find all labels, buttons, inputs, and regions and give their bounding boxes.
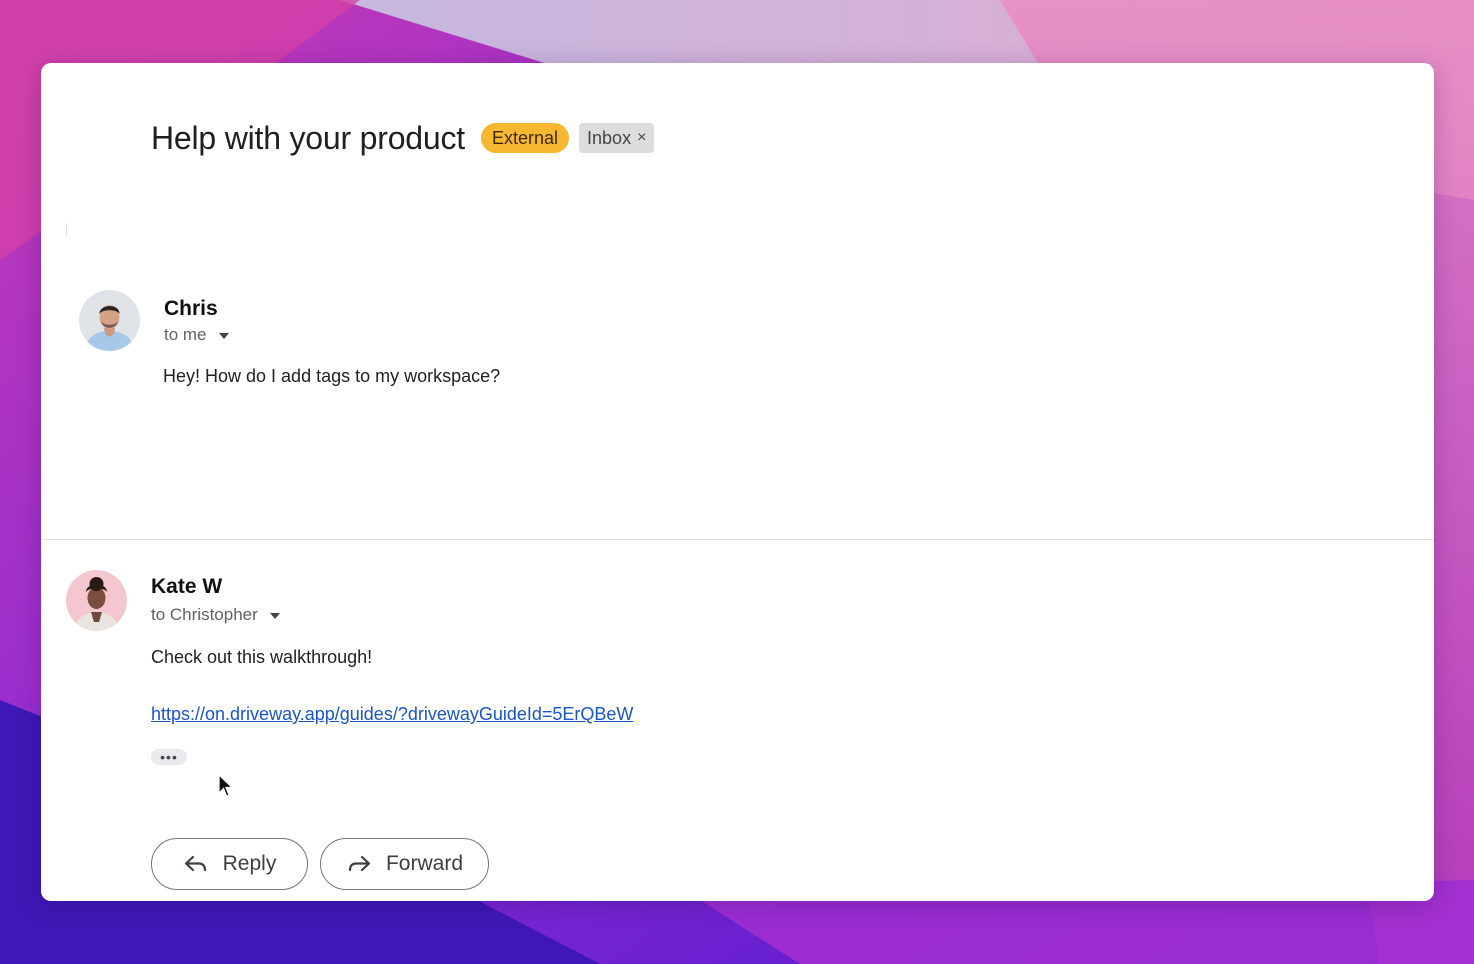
subject-row: Help with your product External Inbox × (151, 118, 655, 158)
message-body: Check out this walkthrough! (151, 647, 373, 667)
forward-button[interactable]: Forward (320, 838, 489, 890)
recipient-dropdown[interactable]: to me (164, 325, 229, 345)
chevron-down-icon (218, 333, 229, 339)
show-trimmed-content-button[interactable]: ••• (151, 749, 187, 765)
sender-name: Kate W (151, 575, 223, 598)
reply-button[interactable]: Reply (151, 838, 308, 890)
reply-label: Reply (222, 852, 277, 875)
walkthrough-link[interactable]: https://on.driveway.app/guides/?driveway… (151, 704, 633, 725)
close-icon[interactable]: × (637, 127, 646, 149)
avatar-kate[interactable] (66, 570, 127, 631)
avatar-chris[interactable] (79, 290, 140, 351)
recipient-dropdown[interactable]: to Christopher (151, 605, 280, 625)
mouse-cursor-icon (218, 774, 234, 797)
chevron-down-icon (269, 613, 280, 619)
forward-icon (348, 855, 371, 872)
forward-label: Forward (385, 852, 464, 875)
email-subject: Help with your product (151, 119, 465, 156)
inbox-label[interactable]: Inbox × (579, 123, 655, 153)
email-window: Help with your product External Inbox × … (41, 63, 1434, 901)
sender-name: Chris (164, 297, 218, 320)
external-label: External (480, 123, 570, 153)
inbox-label-text: Inbox (587, 128, 632, 148)
reply-icon (184, 855, 206, 872)
recipient-text: to Christopher (151, 605, 258, 624)
message-body: Hey! How do I add tags to my workspace? (163, 366, 501, 386)
recipient-text: to me (164, 325, 207, 344)
message-divider (41, 539, 1434, 540)
divider-tick (66, 223, 67, 237)
